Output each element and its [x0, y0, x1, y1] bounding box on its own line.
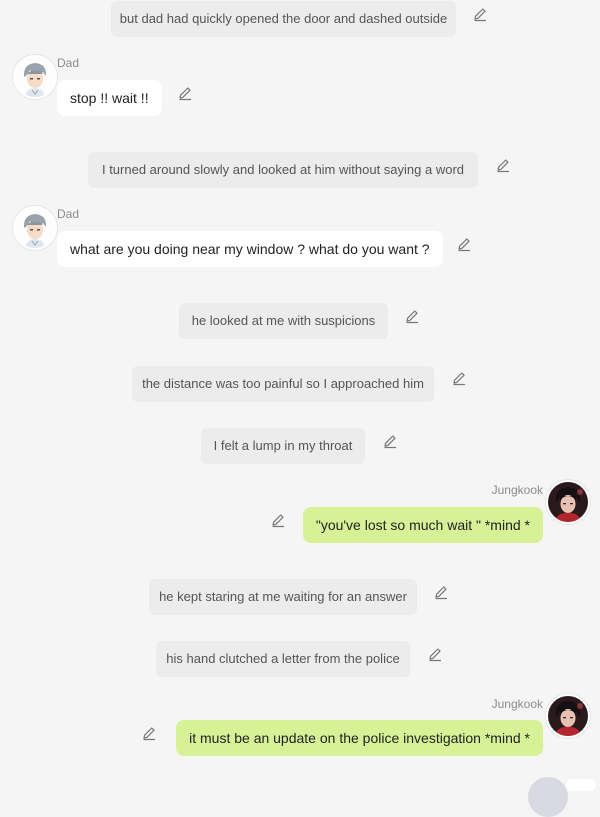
dad-avatar[interactable]	[13, 55, 57, 99]
message-bubble: what are you doing near my window ? what…	[57, 231, 443, 267]
edit-pencil-icon[interactable]	[404, 308, 420, 324]
narration-text: I felt a lump in my throat	[213, 438, 353, 453]
message-bubble: "you've lost so much wait " *mind *	[302, 507, 543, 543]
edit-pencil-icon[interactable]	[141, 725, 157, 741]
message-text: what are you doing near my window ? what…	[70, 241, 430, 257]
edit-pencil-icon[interactable]	[427, 646, 443, 662]
jungkook-avatar[interactable]	[546, 480, 590, 524]
sender-name: Dad	[57, 207, 80, 221]
message-bubble: it must be an update on the police inves…	[176, 720, 543, 756]
message-bubble: stop !! wait !!	[57, 80, 162, 116]
edit-pencil-icon[interactable]	[382, 433, 398, 449]
sender-name: Jungkook	[491, 483, 543, 497]
dad-avatar[interactable]	[13, 206, 57, 250]
narration-bubble: but dad had quickly opened the door and …	[111, 1, 456, 37]
narration-text: his hand clutched a letter from the poli…	[166, 651, 400, 666]
narration-bubble: I turned around slowly and looked at him…	[88, 152, 478, 188]
narration-bubble: he looked at me with suspicions	[179, 303, 388, 339]
edit-pencil-icon[interactable]	[270, 512, 286, 528]
sender-name: Dad	[57, 56, 80, 70]
next-avatar-partial	[528, 777, 568, 817]
narration-bubble: he kept staring at me waiting for an ans…	[149, 579, 417, 615]
sender-name: Jungkook	[491, 697, 543, 711]
edit-pencil-icon[interactable]	[451, 370, 467, 386]
narration-text: but dad had quickly opened the door and …	[119, 11, 448, 26]
message-text: "you've lost so much wait " *mind *	[315, 517, 530, 533]
narration-bubble: his hand clutched a letter from the poli…	[156, 641, 410, 677]
message-text: stop !! wait !!	[70, 90, 149, 106]
narration-text: he kept staring at me waiting for an ans…	[159, 589, 407, 604]
edit-pencil-icon[interactable]	[472, 6, 488, 22]
narration-text: the distance was too painful so I approa…	[142, 376, 424, 391]
edit-pencil-icon[interactable]	[456, 236, 472, 252]
edit-pencil-icon[interactable]	[495, 157, 511, 173]
narration-bubble: I felt a lump in my throat	[201, 428, 365, 464]
narration-text: I turned around slowly and looked at him…	[101, 162, 465, 177]
next-bubble-partial	[566, 779, 596, 791]
edit-pencil-icon[interactable]	[177, 85, 193, 101]
edit-pencil-icon[interactable]	[433, 584, 449, 600]
jungkook-avatar[interactable]	[546, 694, 590, 738]
narration-text: he looked at me with suspicions	[191, 313, 376, 328]
message-text: it must be an update on the police inves…	[189, 730, 530, 746]
narration-bubble: the distance was too painful so I approa…	[132, 366, 434, 402]
